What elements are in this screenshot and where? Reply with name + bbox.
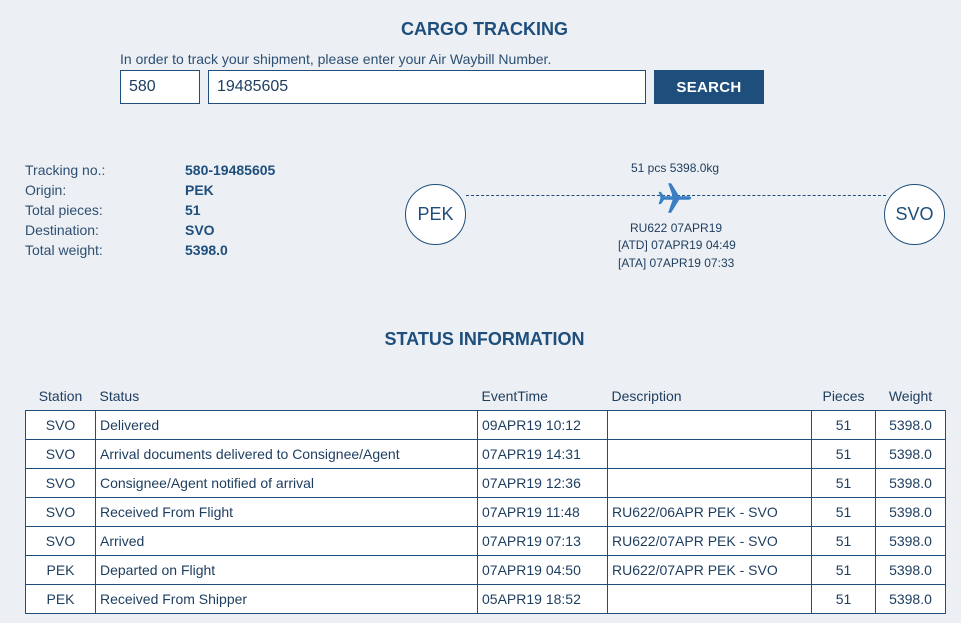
- description-cell: RU622/07APR PEK - SVO: [607, 525, 812, 556]
- column-header-description: Description: [611, 387, 682, 404]
- event-time-cell: 09APR19 10:12: [477, 409, 608, 440]
- cargo-summary-text: 51 pcs 5398.0kg: [631, 161, 720, 175]
- pieces-cell: 51: [811, 583, 876, 614]
- weight-cell: 5398.0: [875, 554, 946, 585]
- instruction-text: In order to track your shipment, please …: [120, 51, 552, 67]
- weight-cell: 5398.0: [875, 496, 946, 527]
- station-cell: SVO: [25, 467, 96, 498]
- tracking-no-label: Tracking no.:: [25, 162, 106, 178]
- airplane-icon: [658, 183, 692, 213]
- column-header-eventtime: EventTime: [481, 387, 548, 404]
- description-cell: [607, 438, 812, 469]
- pieces-cell: 51: [811, 409, 876, 440]
- pieces-cell: 51: [811, 554, 876, 585]
- pieces-cell: 51: [811, 525, 876, 556]
- flight-number-text: RU622 07APR19: [630, 221, 723, 235]
- destination-label: Destination:: [25, 222, 99, 238]
- status-cell: Arrived: [95, 525, 478, 556]
- pieces-cell: 51: [811, 467, 876, 498]
- status-cell: Departed on Flight: [95, 554, 478, 585]
- total-weight-label: Total weight:: [25, 242, 103, 258]
- table-row: SVO Delivered 09APR19 10:12 51 5398.0: [25, 409, 946, 440]
- total-pieces-value: 51: [185, 202, 201, 218]
- atd-text: [ATD] 07APR19 04:49: [618, 238, 736, 252]
- description-cell: [607, 467, 812, 498]
- event-time-cell: 07APR19 04:50: [477, 554, 608, 585]
- status-table: Station Status EventTime Description Pie…: [25, 382, 946, 614]
- pieces-cell: 51: [811, 496, 876, 527]
- origin-label: Origin:: [25, 182, 67, 198]
- pieces-cell: 51: [811, 438, 876, 469]
- station-cell: SVO: [25, 438, 96, 469]
- summary-row: Origin: PEK: [25, 180, 275, 200]
- weight-cell: 5398.0: [875, 525, 946, 556]
- description-cell: [607, 583, 812, 614]
- summary-row: Total weight: 5398.0: [25, 240, 275, 260]
- event-time-cell: 07APR19 11:48: [477, 496, 608, 527]
- page-title: CARGO TRACKING: [401, 19, 568, 39]
- summary-row: Total pieces: 51: [25, 200, 275, 220]
- awb-prefix-input[interactable]: [120, 70, 200, 104]
- shipment-summary: Tracking no.: 580-19485605 Origin: PEK T…: [25, 160, 275, 260]
- column-header-pieces: Pieces: [822, 387, 865, 404]
- origin-value: PEK: [185, 182, 214, 198]
- total-weight-value: 5398.0: [185, 242, 228, 258]
- weight-cell: 5398.0: [875, 467, 946, 498]
- column-header-weight: Weight: [888, 387, 933, 404]
- description-cell: RU622/06APR PEK - SVO: [607, 496, 812, 527]
- station-cell: SVO: [25, 496, 96, 527]
- awb-number-input[interactable]: [208, 70, 646, 104]
- weight-cell: 5398.0: [875, 409, 946, 440]
- weight-cell: 5398.0: [875, 583, 946, 614]
- event-time-cell: 07APR19 14:31: [477, 438, 608, 469]
- weight-cell: 5398.0: [875, 438, 946, 469]
- station-cell: PEK: [25, 583, 96, 614]
- status-cell: Delivered: [95, 409, 478, 440]
- table-row: SVO Received From Flight 07APR19 11:48 R…: [25, 496, 946, 527]
- table-row: SVO Arrived 07APR19 07:13 RU622/07APR PE…: [25, 525, 946, 556]
- station-cell: SVO: [25, 525, 96, 556]
- column-header-status: Status: [99, 387, 140, 404]
- description-cell: RU622/07APR PEK - SVO: [607, 554, 812, 585]
- status-cell: Arrival documents delivered to Consignee…: [95, 438, 478, 469]
- destination-value: SVO: [185, 222, 215, 238]
- status-cell: Received From Shipper: [95, 583, 478, 614]
- table-row: SVO Consignee/Agent notified of arrival …: [25, 467, 946, 498]
- ata-text: [ATA] 07APR19 07:33: [618, 256, 735, 270]
- status-section-title: STATUS INFORMATION: [384, 329, 585, 349]
- description-cell: [607, 409, 812, 440]
- event-time-cell: 05APR19 18:52: [477, 583, 608, 614]
- origin-circle: PEK: [405, 184, 466, 245]
- table-row: SVO Arrival documents delivered to Consi…: [25, 438, 946, 469]
- table-row: PEK Departed on Flight 07APR19 04:50 RU6…: [25, 554, 946, 585]
- total-pieces-label: Total pieces:: [25, 202, 103, 218]
- event-time-cell: 07APR19 07:13: [477, 525, 608, 556]
- destination-circle: SVO: [884, 184, 945, 245]
- status-cell: Consignee/Agent notified of arrival: [95, 467, 478, 498]
- event-time-cell: 07APR19 12:36: [477, 467, 608, 498]
- station-cell: PEK: [25, 554, 96, 585]
- tracking-no-value: 580-19485605: [185, 162, 276, 178]
- column-header-station: Station: [38, 387, 83, 404]
- status-cell: Received From Flight: [95, 496, 478, 527]
- table-header-row: Station Status EventTime Description Pie…: [26, 382, 946, 410]
- table-row: PEK Received From Shipper 05APR19 18:52 …: [25, 583, 946, 614]
- station-cell: SVO: [25, 409, 96, 440]
- summary-row: Destination: SVO: [25, 220, 275, 240]
- summary-row: Tracking no.: 580-19485605: [25, 160, 275, 180]
- search-button[interactable]: SEARCH: [654, 70, 764, 104]
